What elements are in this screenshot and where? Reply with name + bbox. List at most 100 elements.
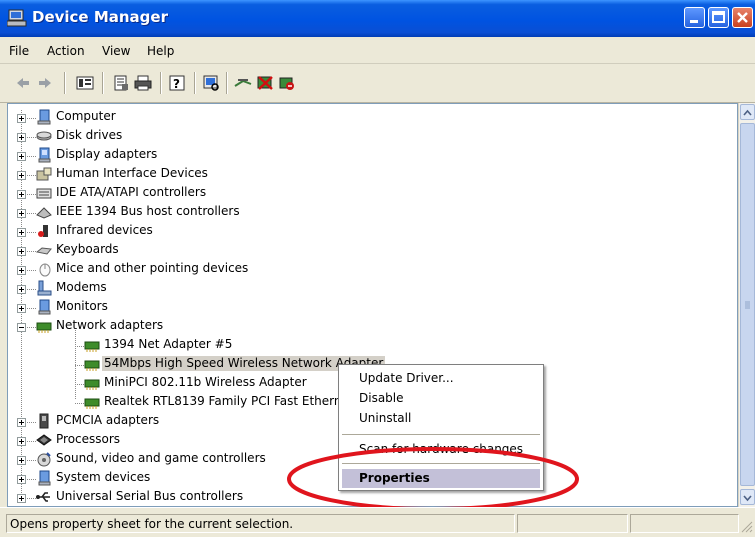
usb-icon (36, 492, 50, 502)
tree-item-modems[interactable]: Modems (8, 279, 728, 298)
update-driver-icon[interactable] (234, 74, 252, 92)
device-manager-window: Device Manager File Action View Help ? C… (0, 0, 755, 537)
tree-item-label: Processors (56, 432, 121, 446)
expand-icon[interactable] (17, 456, 26, 465)
expand-icon[interactable] (17, 266, 26, 275)
maximize-icon (712, 11, 725, 23)
hid-icon (36, 167, 52, 181)
toolbar-separator (194, 72, 196, 94)
tree-item-label: IEEE 1394 Bus host controllers (56, 204, 240, 218)
tree-item-label: Monitors (56, 299, 108, 313)
scroll-up-button[interactable] (740, 104, 755, 120)
tree-item-ide-controllers[interactable]: IDE ATA/ATAPI controllers (8, 184, 728, 203)
properties-icon[interactable] (112, 74, 130, 92)
infrared-icon (38, 225, 48, 237)
menu-bar: File Action View Help (0, 37, 755, 64)
expand-icon[interactable] (17, 171, 26, 180)
menu-item-uninstall[interactable]: Uninstall (359, 411, 411, 425)
tree-item-display-adapters[interactable]: Display adapters (8, 146, 728, 165)
pcmcia-icon (39, 413, 49, 429)
menu-action[interactable]: Action (47, 44, 85, 58)
tree-item-label: MiniPCI 802.11b Wireless Adapter (104, 375, 307, 389)
tree-item-label: Sound, video and game controllers (56, 451, 266, 465)
print-icon[interactable] (134, 74, 152, 92)
status-pane (630, 514, 739, 533)
toolbar: ? (0, 64, 755, 103)
maximize-button[interactable] (708, 7, 729, 28)
tree-item-label: Infrared devices (56, 223, 153, 237)
processor-icon (36, 434, 52, 446)
expand-icon[interactable] (17, 304, 26, 313)
scroll-thumb[interactable] (740, 123, 755, 486)
tree-item-computer[interactable]: Computer (8, 108, 728, 127)
status-pane-main: Opens property sheet for the current sel… (6, 514, 515, 533)
expand-icon[interactable] (17, 133, 26, 142)
menu-item-disable[interactable]: Disable (359, 391, 404, 405)
close-button[interactable] (732, 7, 753, 28)
expand-icon[interactable] (17, 247, 26, 256)
sound-icon (37, 452, 51, 467)
status-text: Opens property sheet for the current sel… (10, 517, 294, 531)
tree-item-mice[interactable]: Mice and other pointing devices (8, 260, 728, 279)
scroll-grip-icon (745, 301, 750, 309)
tree-item-label: Human Interface Devices (56, 166, 208, 180)
tree-item-label: Computer (56, 109, 116, 123)
tree-item-label: Disk drives (56, 128, 123, 142)
modem-icon (37, 280, 52, 296)
expand-icon[interactable] (17, 209, 26, 218)
menu-view[interactable]: View (102, 44, 130, 58)
disable-icon[interactable] (278, 74, 296, 92)
expand-icon[interactable] (17, 475, 26, 484)
expand-icon[interactable] (17, 190, 26, 199)
back-icon[interactable] (14, 74, 32, 92)
menu-help[interactable]: Help (147, 44, 174, 58)
tree-item-label: Network adapters (56, 318, 164, 332)
menu-file[interactable]: File (9, 44, 29, 58)
close-icon (737, 12, 748, 23)
tree-item-1394-net-adapter[interactable]: 1394 Net Adapter #5 (8, 336, 728, 355)
menu-item-update-driver[interactable]: Update Driver... (359, 371, 454, 385)
tree-item-network-adapters[interactable]: Network adapters (8, 317, 728, 336)
computer-icon (37, 109, 51, 125)
view-icon[interactable] (76, 74, 94, 92)
resize-grip-icon[interactable] (741, 521, 753, 533)
tree-item-disk-drives[interactable]: Disk drives (8, 127, 728, 146)
toolbar-separator (226, 72, 228, 94)
tree-item-label: 1394 Net Adapter #5 (104, 337, 233, 351)
expand-icon[interactable] (17, 285, 26, 294)
expand-icon[interactable] (17, 152, 26, 161)
tree-item-infrared-devices[interactable]: Infrared devices (8, 222, 728, 241)
expand-icon[interactable] (17, 114, 26, 123)
network-adapter-icon (84, 360, 100, 371)
expand-icon[interactable] (17, 437, 26, 446)
vertical-scrollbar[interactable] (738, 103, 755, 507)
expand-icon[interactable] (17, 494, 26, 503)
tree-item-monitors[interactable]: Monitors (8, 298, 728, 317)
expand-icon[interactable] (17, 228, 26, 237)
help-icon[interactable]: ? (168, 74, 186, 92)
tree-item-ieee1394-controllers[interactable]: IEEE 1394 Bus host controllers (8, 203, 728, 222)
tree-item-label: IDE ATA/ATAPI controllers (56, 185, 207, 199)
collapse-icon[interactable] (17, 323, 26, 332)
keyboard-icon (36, 247, 52, 255)
highlight-ellipse (287, 447, 579, 511)
status-pane (517, 514, 628, 533)
network-adapter-icon (84, 341, 100, 352)
forward-icon[interactable] (36, 74, 54, 92)
scroll-down-button[interactable] (740, 489, 755, 505)
toolbar-separator (64, 72, 66, 94)
title-bar[interactable]: Device Manager (0, 0, 755, 37)
device-manager-icon (7, 9, 27, 27)
uninstall-icon[interactable] (256, 74, 274, 92)
status-bar: Opens property sheet for the current sel… (0, 507, 755, 537)
scan-hardware-icon[interactable] (202, 74, 220, 92)
network-adapter-icon (36, 322, 52, 333)
tree-item-human-interface-devices[interactable]: Human Interface Devices (8, 165, 728, 184)
disk-drive-icon (36, 131, 52, 141)
minimize-button[interactable] (684, 7, 705, 28)
expand-icon[interactable] (17, 418, 26, 427)
tree-item-keyboards[interactable]: Keyboards (8, 241, 728, 260)
tree-item-label: Modems (56, 280, 107, 294)
mouse-icon (39, 263, 51, 277)
ieee1394-icon (36, 207, 52, 219)
